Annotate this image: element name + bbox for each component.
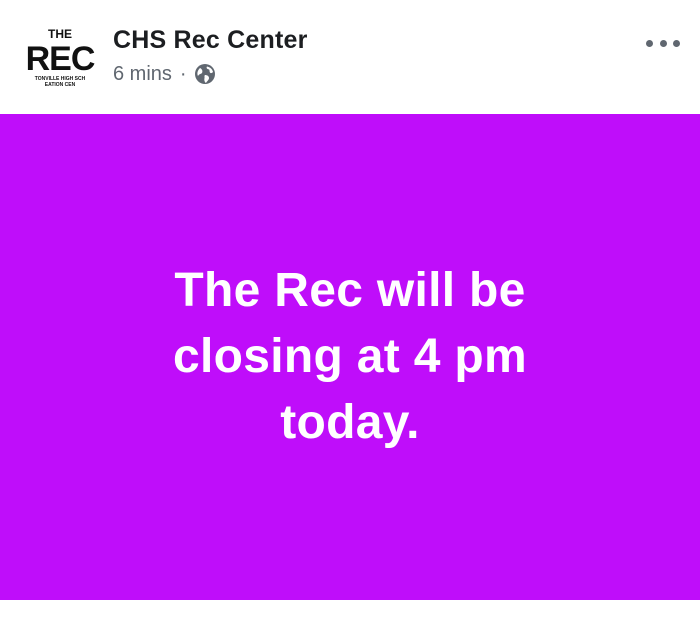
rec-logo: THE REC TONVILLE HIGH SCH EATION CEN [20, 20, 100, 100]
post-header: THE REC TONVILLE HIGH SCH EATION CEN CHS… [0, 0, 700, 114]
more-options-icon-dot [646, 39, 653, 47]
status-line-3: today. [280, 396, 420, 449]
avatar[interactable]: THE REC TONVILLE HIGH SCH EATION CEN [20, 20, 100, 100]
more-options-icon-dot [659, 39, 667, 47]
status-card[interactable]: The Rec will be closing at 4 pm today. [0, 114, 700, 600]
status-text: The Rec will be closing at 4 pm today. [130, 258, 570, 456]
page-name-link[interactable]: CHS Rec Center [113, 26, 308, 55]
more-options-button[interactable] [646, 30, 680, 56]
logo-main-text: REC [26, 40, 95, 78]
post-footer-divider [0, 600, 700, 620]
status-line-1: The Rec will be [174, 264, 526, 317]
logo-top-text: THE [48, 27, 72, 41]
globe-icon[interactable] [194, 63, 216, 85]
post-meta: 6 mins · [113, 61, 216, 87]
more-options-icon-dot [673, 39, 680, 47]
status-line-2: closing at 4 pm [173, 330, 527, 383]
facebook-post: THE REC TONVILLE HIGH SCH EATION CEN CHS… [0, 0, 700, 620]
meta-separator: · [179, 62, 187, 85]
logo-small-text-2: EATION CEN [45, 82, 76, 88]
post-timestamp[interactable]: 6 mins [113, 63, 172, 86]
